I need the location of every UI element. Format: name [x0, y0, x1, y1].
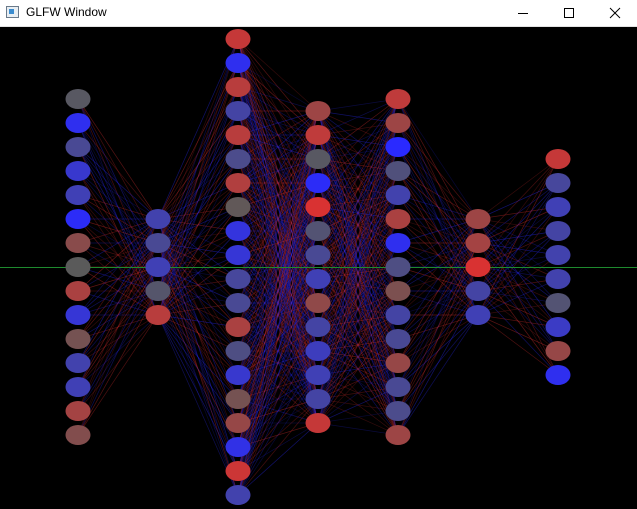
neuron-node	[305, 413, 331, 433]
neuron-node	[385, 113, 411, 133]
neuron-node	[225, 485, 251, 505]
window-title: GLFW Window	[26, 5, 107, 19]
neuron-node	[305, 221, 331, 241]
neuron-node	[65, 353, 91, 373]
neuron-node	[305, 149, 331, 169]
neuron-node	[305, 365, 331, 385]
neuron-node	[385, 305, 411, 325]
neuron-node	[545, 269, 571, 289]
neural-network-canvas	[0, 27, 637, 509]
close-icon	[609, 7, 621, 19]
neuron-node	[385, 137, 411, 157]
neuron-node	[545, 341, 571, 361]
neuron-node	[65, 113, 91, 133]
minimize-button[interactable]	[500, 0, 546, 26]
app-window-icon	[6, 6, 19, 18]
neuron-node	[225, 317, 251, 337]
maximize-button[interactable]	[546, 0, 592, 26]
neuron-node	[305, 269, 331, 289]
neuron-node	[225, 413, 251, 433]
neuron-node	[385, 185, 411, 205]
neuron-node	[545, 197, 571, 217]
neuron-node	[225, 125, 251, 145]
neuron-node	[545, 245, 571, 265]
neuron-node	[545, 149, 571, 169]
neuron-node	[225, 101, 251, 121]
neuron-node	[225, 461, 251, 481]
neuron-node	[385, 161, 411, 181]
neuron-node	[65, 425, 91, 445]
maximize-icon	[564, 8, 574, 18]
neuron-node	[145, 257, 171, 277]
neuron-node	[305, 173, 331, 193]
neuron-node	[545, 365, 571, 385]
neuron-node	[465, 257, 491, 277]
neuron-node	[465, 305, 491, 325]
neuron-node	[65, 185, 91, 205]
neuron-node	[145, 281, 171, 301]
neuron-node	[465, 209, 491, 229]
neuron-node	[385, 329, 411, 349]
neuron-node	[545, 317, 571, 337]
neuron-node	[385, 281, 411, 301]
neuron-node	[545, 221, 571, 241]
neuron-node	[145, 233, 171, 253]
neuron-node	[225, 29, 251, 49]
neuron-node	[225, 389, 251, 409]
neuron-node	[225, 293, 251, 313]
neuron-node	[225, 269, 251, 289]
neuron-node	[305, 389, 331, 409]
neuron-node	[385, 257, 411, 277]
neuron-node	[65, 377, 91, 397]
neuron-node	[385, 89, 411, 109]
neuron-node	[65, 137, 91, 157]
neuron-node	[385, 209, 411, 229]
close-button[interactable]	[592, 0, 637, 26]
neuron-node	[65, 233, 91, 253]
neuron-node	[305, 125, 331, 145]
neuron-node	[65, 401, 91, 421]
neuron-node	[225, 245, 251, 265]
neuron-node	[545, 173, 571, 193]
neuron-node	[65, 329, 91, 349]
neuron-node	[65, 305, 91, 325]
neuron-node	[225, 341, 251, 361]
neuron-node	[65, 257, 91, 277]
neuron-node	[65, 209, 91, 229]
neuron-node	[225, 77, 251, 97]
neuron-node	[65, 89, 91, 109]
neuron-node	[465, 281, 491, 301]
neuron-node	[385, 377, 411, 397]
neuron-node	[145, 209, 171, 229]
minimize-icon	[518, 13, 528, 14]
neuron-node	[305, 317, 331, 337]
neuron-node	[225, 173, 251, 193]
neuron-node	[305, 293, 331, 313]
glfw-window: GLFW Window	[0, 0, 637, 509]
title-bar[interactable]: GLFW Window	[0, 0, 637, 27]
neuron-node	[305, 197, 331, 217]
neuron-node	[385, 233, 411, 253]
neuron-node	[65, 161, 91, 181]
neuron-node	[465, 233, 491, 253]
neuron-node	[385, 425, 411, 445]
neuron-node	[225, 221, 251, 241]
neuron-node	[305, 101, 331, 121]
neuron-node	[145, 305, 171, 325]
neuron-node	[305, 341, 331, 361]
neuron-node	[225, 149, 251, 169]
neuron-node	[225, 197, 251, 217]
neuron-node	[225, 437, 251, 457]
neuron-node	[545, 293, 571, 313]
neuron-node	[385, 401, 411, 421]
neuron-node	[305, 245, 331, 265]
neuron-node	[225, 365, 251, 385]
neuron-node	[65, 281, 91, 301]
neuron-node	[385, 353, 411, 373]
neuron-node	[225, 53, 251, 73]
